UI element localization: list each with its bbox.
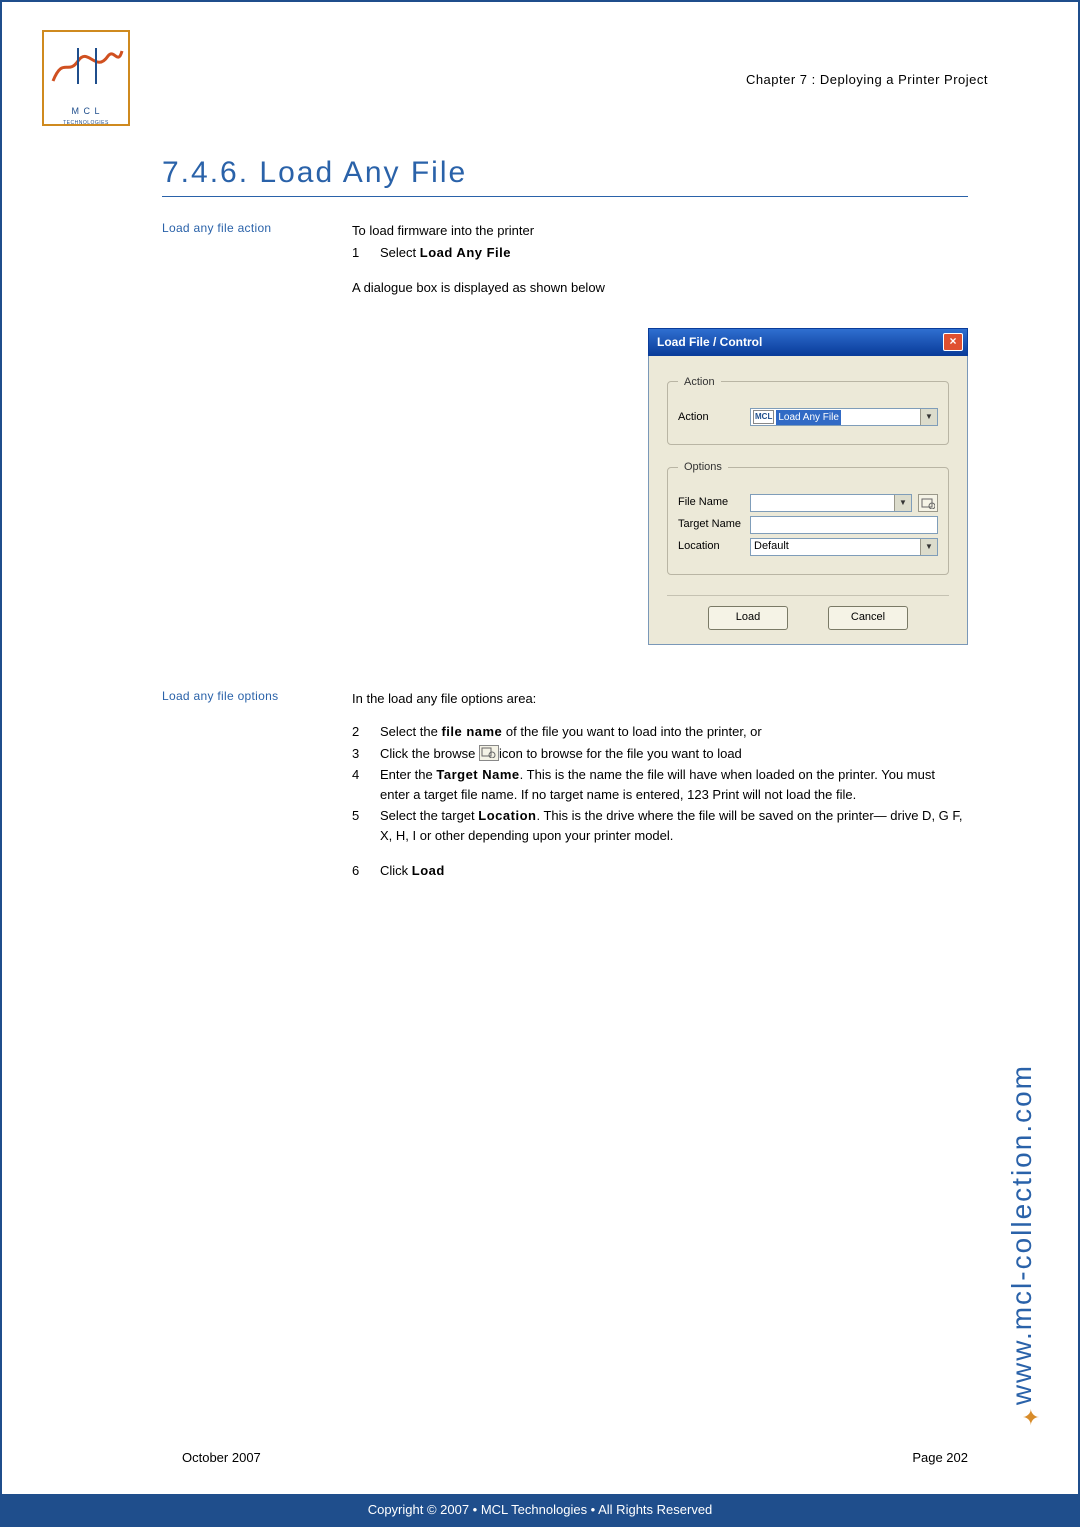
location-label: Location [678,538,750,555]
target-input[interactable] [750,516,938,534]
step-number: 3 [352,744,380,764]
intro-text: To load firmware into the printer [352,221,968,241]
location-select[interactable]: Default ▼ [750,538,938,556]
close-icon[interactable]: × [943,333,963,351]
intro-text: In the load any file options area: [352,689,968,709]
step-text: Select the target Location. This is the … [380,806,968,845]
step-number: 4 [352,765,380,804]
section-side-label: Load any file action [162,221,352,665]
step-number: 2 [352,722,380,742]
chevron-down-icon[interactable]: ▼ [920,539,937,555]
section-side-label: Load any file options [162,689,352,883]
footer-page: Page 202 [912,1450,968,1465]
browse-icon [479,745,499,761]
action-group: Action Action MCL Load Any File ▼ [667,374,949,446]
logo-text: M C L [44,106,128,116]
followup-text: A dialogue box is displayed as shown bel… [352,278,968,298]
step-number: 1 [352,243,380,263]
filename-label: File Name [678,494,750,511]
dialog-load-file: Load File / Control × Action Action [648,328,968,645]
decor-dot-icon: ✦ [1022,1405,1040,1431]
chevron-down-icon[interactable]: ▼ [894,495,911,511]
options-group: Options File Name ▼ Target Name [667,459,949,575]
step-text: Click Load [380,861,445,881]
cancel-button[interactable]: Cancel [828,606,908,630]
step-text: Select the file name of the file you wan… [380,722,968,742]
page-title: 7.4.6. Load Any File [162,156,968,197]
logo-subtext: TECHNOLOGIES [44,120,128,126]
action-label: Action [678,409,750,426]
location-value: Default [751,538,789,555]
mcl-chip-icon: MCL [753,410,774,424]
step-number: 5 [352,806,380,845]
action-select[interactable]: MCL Load Any File ▼ [750,408,938,426]
action-legend: Action [678,374,721,391]
footer-date: October 2007 [182,1450,261,1465]
chapter-label: Chapter 7 : Deploying a Printer Project [746,72,988,87]
step-text: Enter the Target Name. This is the name … [380,765,968,804]
logo: M C L TECHNOLOGIES [42,30,130,126]
step-text: Select Load Any File [380,243,511,263]
target-label: Target Name [678,516,750,533]
load-button[interactable]: Load [708,606,788,630]
action-value: Load Any File [776,410,841,425]
filename-select[interactable]: ▼ [750,494,912,512]
step-text: Click the browse icon to browse for the … [380,744,968,764]
chevron-down-icon[interactable]: ▼ [920,409,937,425]
dialog-title: Load File / Control [657,333,762,351]
dialog-titlebar[interactable]: Load File / Control × [648,328,968,356]
browse-button[interactable] [918,494,938,512]
options-legend: Options [678,459,728,476]
sidebar-url: www.mcl-collection.com [1008,862,1048,1405]
footer-copyright: Copyright © 2007 • MCL Technologies • Al… [2,1494,1078,1525]
step-number: 6 [352,861,380,881]
